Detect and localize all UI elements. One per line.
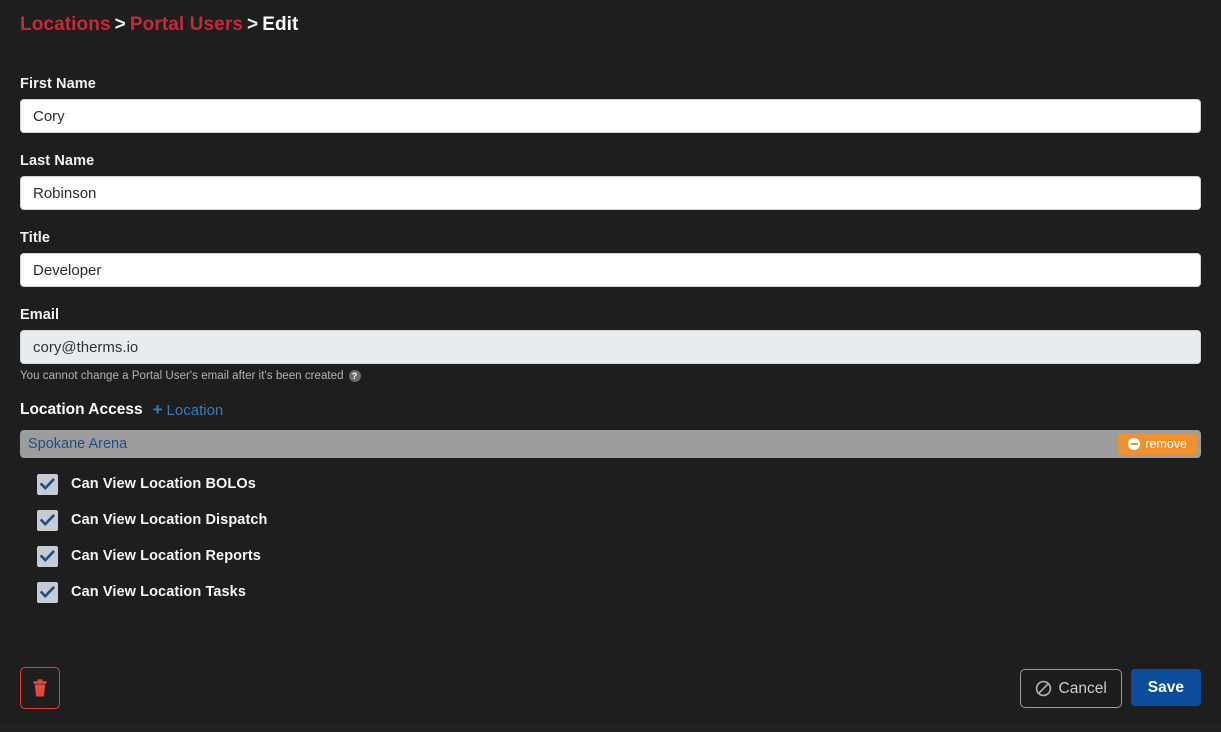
breadcrumb-item-portal-users[interactable]: Portal Users — [130, 14, 243, 35]
email-input[interactable] — [20, 330, 1201, 364]
breadcrumb-item-edit: Edit — [262, 14, 299, 35]
breadcrumb-separator: > — [114, 14, 126, 35]
permission-label: Can View Location Reports — [71, 548, 261, 564]
permission-checkbox-bolos[interactable] — [37, 473, 58, 495]
email-label: Email — [20, 307, 60, 323]
footer-divider — [0, 722, 1221, 732]
cancel-button-label: Cancel — [1058, 679, 1107, 697]
permission-item[interactable]: Can View Location BOLOs — [37, 466, 1201, 502]
add-location-label: Location — [166, 401, 224, 419]
form-action-bar: Cancel Save — [20, 667, 1201, 709]
delete-user-button[interactable] — [20, 667, 60, 709]
last-name-input[interactable] — [20, 176, 1201, 210]
email-help-text: You cannot change a Portal User's email … — [20, 370, 1201, 382]
remove-location-label: remove — [1145, 437, 1187, 451]
add-location-button[interactable]: + Location — [152, 400, 224, 419]
portal-user-edit-form: First Name Last Name Title Email You can… — [20, 76, 1201, 610]
permission-label: Can View Location Tasks — [71, 584, 247, 600]
location-name-link[interactable]: Spokane Arena — [28, 436, 127, 452]
permission-item[interactable]: Can View Location Reports — [37, 538, 1201, 574]
permission-label: Can View Location Dispatch — [71, 512, 268, 528]
title-field-group: Title — [20, 230, 1201, 287]
first-name-label: First Name — [20, 76, 96, 92]
title-label: Title — [20, 230, 51, 246]
first-name-input[interactable] — [20, 99, 1201, 133]
title-input[interactable] — [20, 253, 1201, 287]
breadcrumb-separator: > — [246, 14, 259, 35]
cancel-button[interactable]: Cancel — [1019, 669, 1122, 708]
question-circle-icon[interactable]: ? — [348, 370, 361, 382]
permission-checkbox-dispatch[interactable] — [37, 509, 58, 531]
page-root: Locations>Portal Users>Edit First Name L… — [0, 0, 1221, 722]
last-name-label: Last Name — [20, 153, 95, 169]
permission-item[interactable]: Can View Location Tasks — [37, 574, 1201, 610]
email-field-group: Email You cannot change a Portal User's … — [20, 307, 1201, 382]
location-permission-list: Can View Location BOLOs Can View Locatio… — [37, 466, 1201, 610]
remove-location-button[interactable]: remove — [1118, 433, 1197, 455]
permission-checkbox-tasks[interactable] — [37, 581, 58, 603]
save-button[interactable]: Save — [1130, 669, 1201, 706]
primary-actions: Cancel Save — [1019, 669, 1201, 708]
breadcrumb-item-locations[interactable]: Locations — [20, 14, 111, 35]
ban-icon — [1035, 680, 1051, 697]
trash-icon — [33, 679, 47, 697]
first-name-field-group: First Name — [20, 76, 1201, 133]
location-access-header: Location Access + Location — [20, 401, 1201, 419]
last-name-field-group: Last Name — [20, 153, 1201, 210]
breadcrumb: Locations > Portal Users > Edit — [20, 14, 298, 36]
minus-circle-icon — [1128, 438, 1141, 450]
location-access-title: Location Access — [20, 401, 143, 418]
plus-icon: + — [152, 400, 163, 419]
permission-checkbox-reports[interactable] — [37, 545, 58, 567]
email-help-label: You cannot change a Portal User's email … — [20, 370, 344, 382]
permission-item[interactable]: Can View Location Dispatch — [37, 502, 1201, 538]
permission-label: Can View Location BOLOs — [71, 476, 256, 492]
location-row: Spokane Arena remove — [20, 430, 1201, 458]
